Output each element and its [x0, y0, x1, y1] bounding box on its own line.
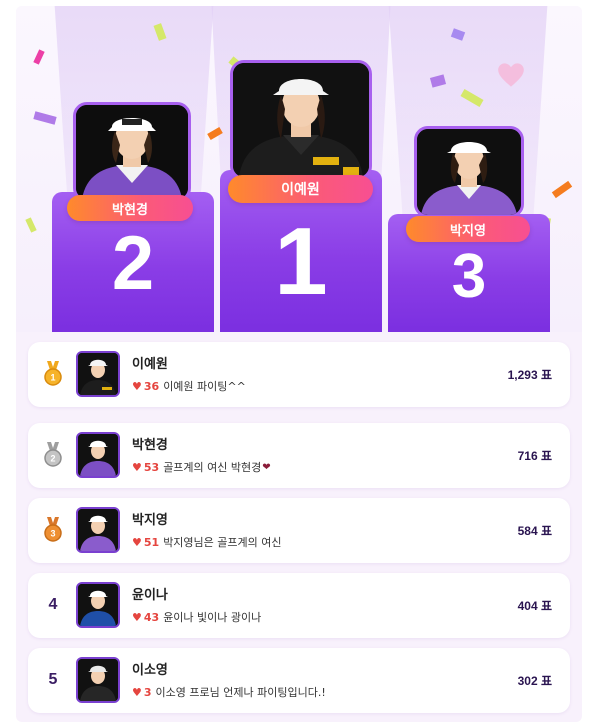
avatar [76, 582, 120, 628]
heart-icon: ♥ [132, 610, 142, 624]
heart-count: 3 [143, 685, 152, 699]
heart-count: 51 [143, 535, 160, 549]
player-name: 윤이나 [132, 587, 168, 602]
silver-medal-icon: 2 [38, 435, 68, 475]
heart-count: 36 [143, 379, 160, 393]
message-text: 윤이나 빛이나 광이나 [163, 611, 262, 624]
vote-count: 1,293 표 [507, 368, 552, 382]
podium-name-label: 박지영 [406, 216, 530, 242]
confetti-icon [33, 49, 45, 65]
cheer-message: ♥ 36 이예원 파이팅^^ [132, 378, 246, 394]
svg-text:1: 1 [50, 373, 55, 383]
avatar [76, 657, 120, 703]
avatar [76, 351, 120, 397]
message-text: 이소영 프로님 언제나 파이팅입니다.! [155, 686, 326, 699]
player-name: 이소영 [132, 662, 168, 677]
confetti-icon [551, 180, 573, 199]
ranking-row[interactable]: 4 윤이나 ♥ 43 윤이나 빛이나 광이나 404 표 [28, 573, 570, 638]
vote-count: 584 표 [517, 524, 552, 538]
player-photo[interactable] [414, 126, 524, 218]
podium-rank-number: 1 [274, 208, 328, 315]
cheer-message: ♥ 53 골프계의 여신 박현경 ❤ [132, 459, 271, 475]
message-text: 박지영님은 골프계의 여신 [163, 536, 282, 549]
ranking-row[interactable]: 2 박현경 ♥ 53 골프계의 여신 박현경 ❤ 716 표 [28, 423, 570, 488]
confetti-icon [33, 111, 57, 125]
heart-icon: ♥ [132, 460, 142, 474]
ranking-row[interactable]: 3 박지영 ♥ 51 박지영님은 골프계의 여신 584 표 [28, 498, 570, 563]
svg-text:2: 2 [50, 454, 55, 464]
ranking-row[interactable]: 1 이예원 ♥ 36 이예원 파이팅^^ 1,293 표 [28, 342, 570, 407]
heart-count: 43 [143, 610, 160, 624]
rank-number: 5 [48, 671, 58, 688]
heart-icon: ♥ [132, 685, 142, 699]
podium-stage: 2 박현경 1 이예원 3 박지영 [16, 6, 582, 332]
podium-name-label: 이예원 [228, 175, 373, 203]
heart-icon: ❤ [262, 461, 271, 473]
avatar [76, 432, 120, 478]
avatar [76, 507, 120, 553]
rank-number: 4 [48, 596, 58, 613]
message-text: 골프계의 여신 박현경 [163, 461, 262, 474]
vote-count: 716 표 [517, 449, 552, 463]
podium-rank-number: 3 [451, 242, 487, 311]
heart-count: 53 [143, 460, 160, 474]
heart-icon [498, 63, 524, 87]
ranking-board: 2 박현경 1 이예원 3 박지영 1 이예원 ♥ 36 이예원 파이팅^^ 1… [16, 6, 582, 722]
podium-rank-number: 2 [111, 221, 155, 306]
player-photo[interactable] [230, 60, 372, 180]
vote-count: 302 표 [517, 674, 552, 688]
vote-count: 404 표 [517, 599, 552, 613]
player-name: 이예원 [132, 356, 168, 371]
ranking-row[interactable]: 5 이소영 ♥ 3 이소영 프로님 언제나 파이팅입니다.! 302 표 [28, 648, 570, 713]
player-photo[interactable] [73, 102, 191, 202]
cheer-message: ♥ 43 윤이나 빛이나 광이나 [132, 609, 261, 625]
player-name: 박현경 [132, 437, 168, 452]
confetti-icon [25, 217, 37, 233]
player-name: 박지영 [132, 512, 168, 527]
svg-text:3: 3 [50, 529, 55, 539]
podium-name-label: 박현경 [67, 195, 193, 221]
heart-icon: ♥ [132, 379, 142, 393]
bronze-medal-icon: 3 [38, 510, 68, 550]
heart-icon: ♥ [132, 535, 142, 549]
gold-medal-icon: 1 [38, 354, 68, 394]
cheer-message: ♥ 3 이소영 프로님 언제나 파이팅입니다.! [132, 684, 326, 700]
message-text: 이예원 파이팅^^ [163, 380, 246, 393]
cheer-message: ♥ 51 박지영님은 골프계의 여신 [132, 534, 282, 550]
